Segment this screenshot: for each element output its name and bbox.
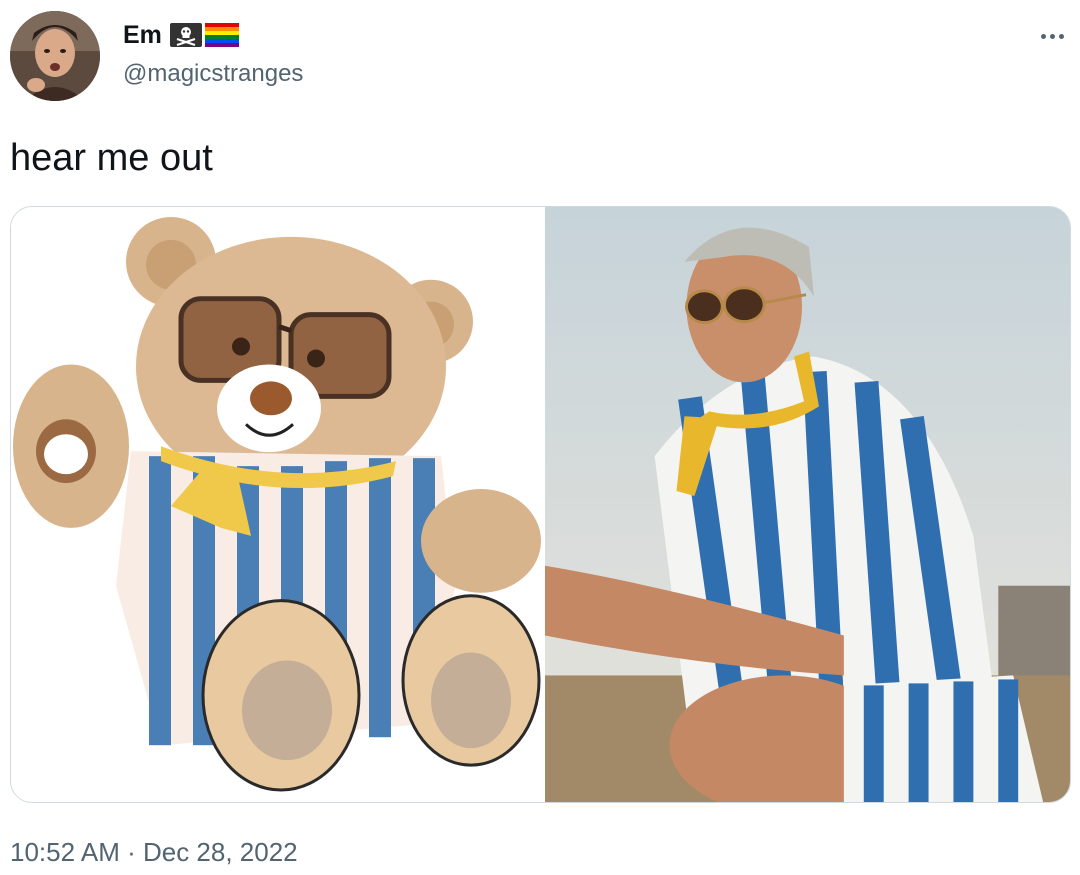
media-teddy-bear[interactable]: [11, 207, 542, 802]
tweet-time: 10:52 AM: [10, 837, 120, 867]
more-options-button[interactable]: [1032, 18, 1072, 54]
more-horizontal-icon: [1040, 33, 1046, 39]
author-display-name[interactable]: Em: [123, 20, 162, 50]
author-avatar[interactable]: [10, 11, 100, 101]
timestamp-separator: ·: [119, 837, 143, 867]
author-display-name-row[interactable]: Em: [123, 20, 239, 50]
more-icon-dot: [1058, 33, 1064, 39]
pirate-flag-emoji: [169, 23, 202, 47]
tweet-text: hear me out: [10, 137, 213, 179]
tweet-date: Dec 28, 2022: [142, 837, 298, 867]
author-handle[interactable]: @magicstranges: [123, 59, 303, 89]
more-icon-dot: [1049, 33, 1055, 39]
rainbow-flag-emoji: [204, 23, 239, 47]
media-grid: [10, 206, 1071, 803]
name-emojis: [169, 23, 239, 47]
media-man-striped-suit[interactable]: [545, 207, 1070, 802]
tweet-timestamp[interactable]: 10:52 AM · Dec 28, 2022: [10, 836, 298, 868]
